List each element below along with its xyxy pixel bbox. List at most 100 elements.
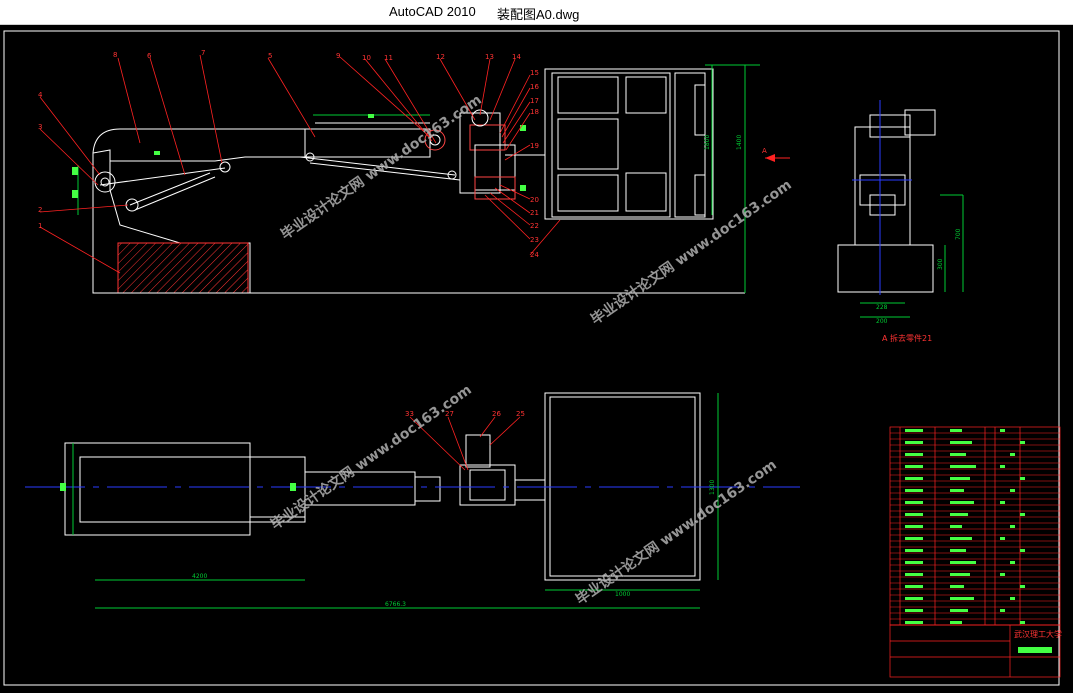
part-number-13: 13	[485, 53, 494, 61]
table-cell-text	[950, 477, 970, 480]
table-cell-text	[905, 585, 923, 588]
table-cell-text	[905, 453, 923, 456]
part-number-20: 20	[530, 196, 539, 204]
table-cell-text	[950, 549, 966, 552]
table-cell-text	[905, 489, 923, 492]
dim-6766-3: 6766.3	[385, 601, 406, 608]
drawing-canvas[interactable]: 1400 1800 8 6 7 4 3 2 1 5 9 10 11 12 13 …	[0, 25, 1073, 688]
view-arrow-a: A	[762, 147, 790, 162]
table-cell-text	[1000, 465, 1005, 468]
part-number-23: 23	[530, 236, 539, 244]
table-cell-text	[905, 621, 923, 624]
part-number-24: 24	[530, 251, 539, 259]
table-cell-text	[1000, 573, 1005, 576]
part-number-18: 18	[530, 108, 539, 116]
front-view	[92, 68, 745, 294]
table-cell-text	[905, 537, 923, 540]
dim-1000: 1000	[615, 591, 630, 598]
part-number-6: 6	[147, 52, 152, 60]
dim-200: 200	[876, 318, 888, 325]
dim-1300: 1300	[709, 480, 716, 495]
table-cell-text	[1020, 441, 1025, 444]
table-cell-text	[1020, 477, 1025, 480]
dim-300: 300	[937, 258, 944, 270]
part-number-10: 10	[362, 54, 371, 62]
dim-4200: 4200	[192, 573, 207, 580]
table-cell-text	[1010, 597, 1015, 600]
table-cell-text	[905, 501, 923, 504]
part-number-1: 1	[38, 222, 42, 230]
part-number-2: 2	[38, 206, 42, 214]
svg-text:A: A	[762, 147, 767, 155]
part-number-25: 25	[516, 410, 525, 418]
table-cell-text	[905, 609, 923, 612]
part-number-21: 21	[530, 209, 539, 217]
dim-1800: 1800	[704, 135, 711, 150]
part-number-5: 5	[268, 52, 272, 60]
part-number-26: 26	[492, 410, 501, 418]
dim-1400: 1400	[736, 135, 743, 150]
table-cell-text	[1000, 501, 1005, 504]
table-cell-text	[905, 561, 923, 564]
table-cell-text	[1020, 621, 1025, 624]
table-cell-text	[1010, 525, 1015, 528]
table-cell-text	[950, 429, 962, 432]
university-name: 武汉理工大学	[1014, 629, 1062, 639]
part-number-22: 22	[530, 222, 539, 230]
table-cell-text	[1000, 429, 1005, 432]
table-cell-text	[905, 525, 923, 528]
part-number-14: 14	[512, 53, 521, 61]
table-cell-text	[905, 477, 923, 480]
side-view-caption: A 拆去零件21	[882, 333, 932, 343]
part-number-17: 17	[530, 97, 539, 105]
table-cell-text	[950, 501, 974, 504]
table-cell-text	[1020, 585, 1025, 588]
table-cell-text	[950, 465, 976, 468]
table-cell-text	[1000, 537, 1005, 540]
table-cell-text	[950, 441, 972, 444]
title-bar: AutoCAD 2010 装配图A0.dwg	[0, 0, 1073, 25]
app-title: AutoCAD 2010	[389, 4, 476, 19]
table-cell-text	[950, 537, 972, 540]
table-cell-text	[950, 525, 962, 528]
table-cell-text	[950, 573, 970, 576]
part-number-11: 11	[384, 54, 393, 62]
file-title: 装配图A0.dwg	[497, 7, 580, 22]
watermark: 毕业设计论文网 www.doc163.com	[278, 91, 485, 243]
dim-700: 700	[955, 228, 962, 240]
table-cell-text	[905, 441, 923, 444]
part-number-3: 3	[38, 123, 42, 131]
table-cell-text	[905, 573, 923, 576]
table-cell-text	[905, 597, 923, 600]
part-number-12: 12	[436, 53, 445, 61]
table-cell-text	[1010, 453, 1015, 456]
drawing-number-box	[1018, 647, 1052, 653]
table-cell-text	[1020, 549, 1025, 552]
part-number-19: 19	[530, 142, 539, 150]
table-cell-text	[1010, 489, 1015, 492]
part-number-16: 16	[530, 83, 539, 91]
table-cell-text	[950, 513, 968, 516]
table-cell-text	[1010, 561, 1015, 564]
part-number-7: 7	[201, 49, 205, 57]
table-cell-text	[1000, 609, 1005, 612]
part-number-8: 8	[113, 51, 117, 59]
table-cell-text	[950, 585, 964, 588]
table-cell-text	[950, 561, 976, 564]
part-number-4: 4	[38, 91, 43, 99]
table-cell-text	[905, 549, 923, 552]
part-number-15: 15	[530, 69, 539, 77]
table-cell-text	[1020, 513, 1025, 516]
table-cell-text	[950, 597, 974, 600]
table-cell-text	[905, 465, 923, 468]
part-number-9: 9	[336, 52, 340, 60]
parts-list-rows	[890, 432, 1060, 626]
dim-228: 228	[876, 304, 888, 311]
watermarks: 毕业设计论文网 www.doc163.com 毕业设计论文网 www.doc16…	[268, 91, 795, 608]
table-cell-text	[950, 609, 968, 612]
table-cell-text	[950, 489, 964, 492]
table-cell-text	[950, 453, 966, 456]
table-cell-text	[950, 621, 962, 624]
part-leaders-top	[39, 54, 561, 274]
watermark: 毕业设计论文网 www.doc163.com	[573, 456, 780, 608]
